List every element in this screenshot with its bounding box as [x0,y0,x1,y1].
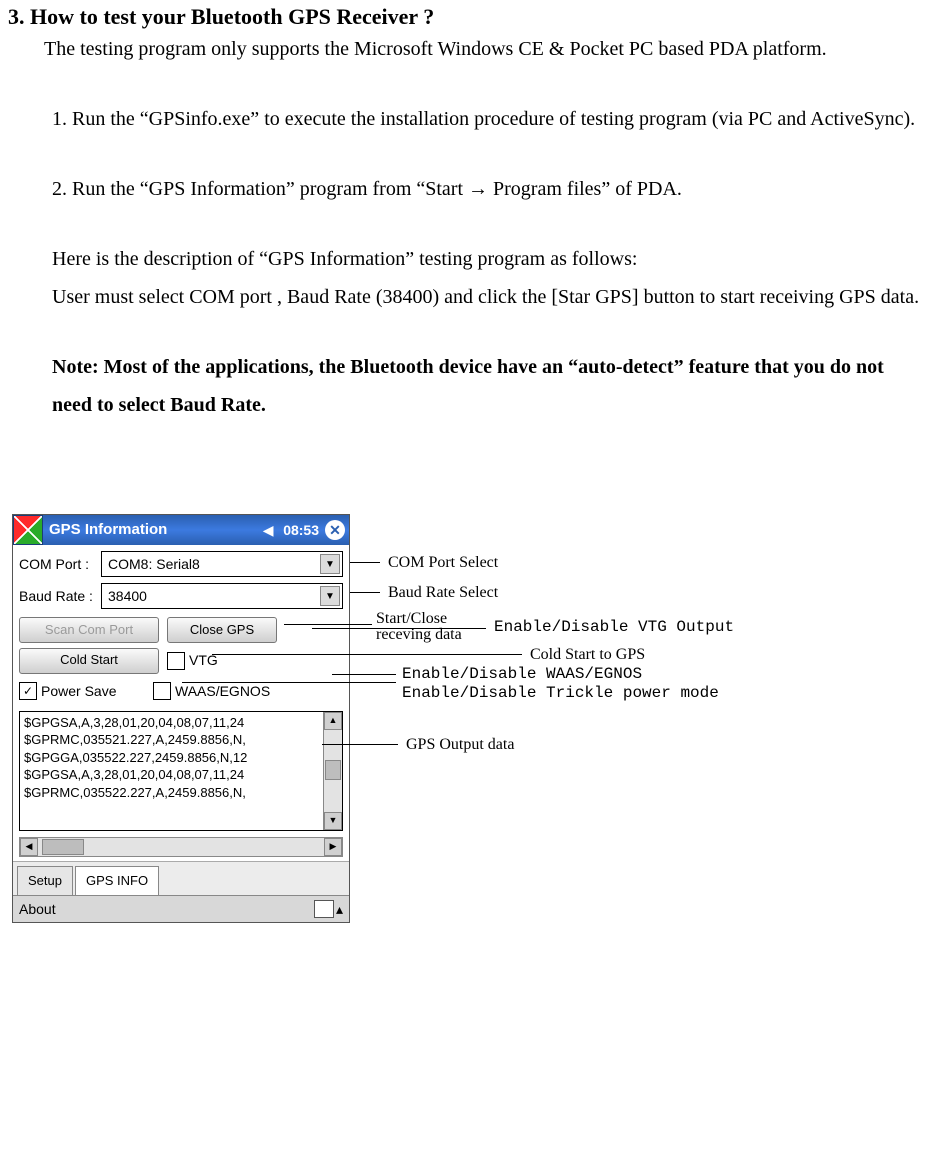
intro-paragraph: The testing program only supports the Mi… [8,30,920,68]
annotation-waas: Enable/Disable WAAS/EGNOS [402,665,642,683]
vtg-label: VTG [189,647,218,674]
nmea-output-list[interactable]: $GPGSA,A,3,28,01,20,04,08,07,11,24 $GPRM… [19,711,343,831]
baudrate-select[interactable]: 38400 ▼ [101,583,343,609]
annotation-com-port-select: COM Port Select [388,554,498,572]
annotation-start-close-2: receving data [376,626,462,644]
comport-label: COM Port : [19,551,101,578]
annotation-trickle: Enable/Disable Trickle power mode [402,684,719,702]
clock-time: 08:53 [283,517,319,544]
window-title: GPS Information [49,516,259,545]
list-item: $GPRMC,035521.227,A,2459.8856,N, [24,731,319,749]
checkbox-icon[interactable]: ✓ [19,682,37,700]
section-heading: 3. How to test your Bluetooth GPS Receiv… [8,4,920,30]
scroll-down-icon[interactable]: ▼ [324,812,342,830]
annotation-baud-rate-select: Baud Rate Select [388,584,498,602]
scroll-thumb[interactable] [325,760,341,780]
start-menu-icon[interactable] [13,515,43,545]
scroll-right-icon[interactable]: ▶ [324,838,342,856]
close-icon[interactable]: ✕ [325,520,345,540]
note-paragraph: Note: Most of the applications, the Blue… [52,348,920,424]
close-gps-button[interactable]: Close GPS [167,617,277,643]
title-bar: GPS Information ◀ 08:53 ✕ [13,515,349,545]
list-item: $GPRMC,035522.227,A,2459.8856,N, [24,784,319,802]
tab-bar: Setup GPS INFO [13,861,349,896]
comport-value: COM8: Serial8 [108,551,200,578]
annotation-cold-start: Cold Start to GPS [530,646,645,664]
volume-icon[interactable]: ◀ [259,517,277,544]
list-item: $GPGSA,A,3,28,01,20,04,08,07,11,24 [24,766,319,784]
step-1: 1. Run the “GPSinfo.exe” to execute the … [24,100,920,138]
checkbox-icon[interactable] [153,682,171,700]
annotation-vtg: Enable/Disable VTG Output [494,618,734,636]
list-item: $GPGGA,035522.227,2459.8856,N,12 [24,749,319,767]
scroll-left-icon[interactable]: ◀ [20,838,38,856]
chevron-down-icon[interactable]: ▼ [320,586,340,606]
chevron-down-icon[interactable]: ▼ [320,554,340,574]
vertical-scrollbar[interactable]: ▲ ▼ [323,712,342,830]
bottom-bar: About ▴ [13,895,349,922]
horizontal-scrollbar[interactable]: ◀ ▶ [19,837,343,857]
sip-icon[interactable]: ▴ [314,896,343,923]
pda-screenshot-figure: GPS Information ◀ 08:53 ✕ COM Port : COM… [12,514,792,923]
power-save-label: Power Save [41,678,116,705]
pda-window: GPS Information ◀ 08:53 ✕ COM Port : COM… [12,514,350,923]
scan-com-port-button[interactable]: Scan Com Port [19,617,159,643]
scroll-thumb[interactable] [42,839,84,855]
power-save-checkbox-wrap[interactable]: ✓ Power Save [19,678,145,705]
about-label[interactable]: About [19,896,56,923]
description-line-2: User must select COM port , Baud Rate (3… [52,278,920,316]
annotation-gps-output: GPS Output data [406,736,514,754]
nmea-lines: $GPGSA,A,3,28,01,20,04,08,07,11,24 $GPRM… [20,712,323,830]
comport-select[interactable]: COM8: Serial8 ▼ [101,551,343,577]
baudrate-label: Baud Rate : [19,583,101,610]
vtg-checkbox-wrap[interactable]: VTG [167,647,218,674]
description-line-1: Here is the description of “GPS Informat… [52,240,920,278]
baudrate-value: 38400 [108,583,147,610]
list-item: $GPGSA,A,3,28,01,20,04,08,07,11,24 [24,714,319,732]
checkbox-icon[interactable] [167,652,185,670]
cold-start-button[interactable]: Cold Start [19,648,159,674]
scroll-up-icon[interactable]: ▲ [324,712,342,730]
step-2: 2. Run the “GPS Information” program fro… [52,170,920,208]
tab-setup[interactable]: Setup [17,866,73,896]
tab-gps-info[interactable]: GPS INFO [75,866,159,896]
